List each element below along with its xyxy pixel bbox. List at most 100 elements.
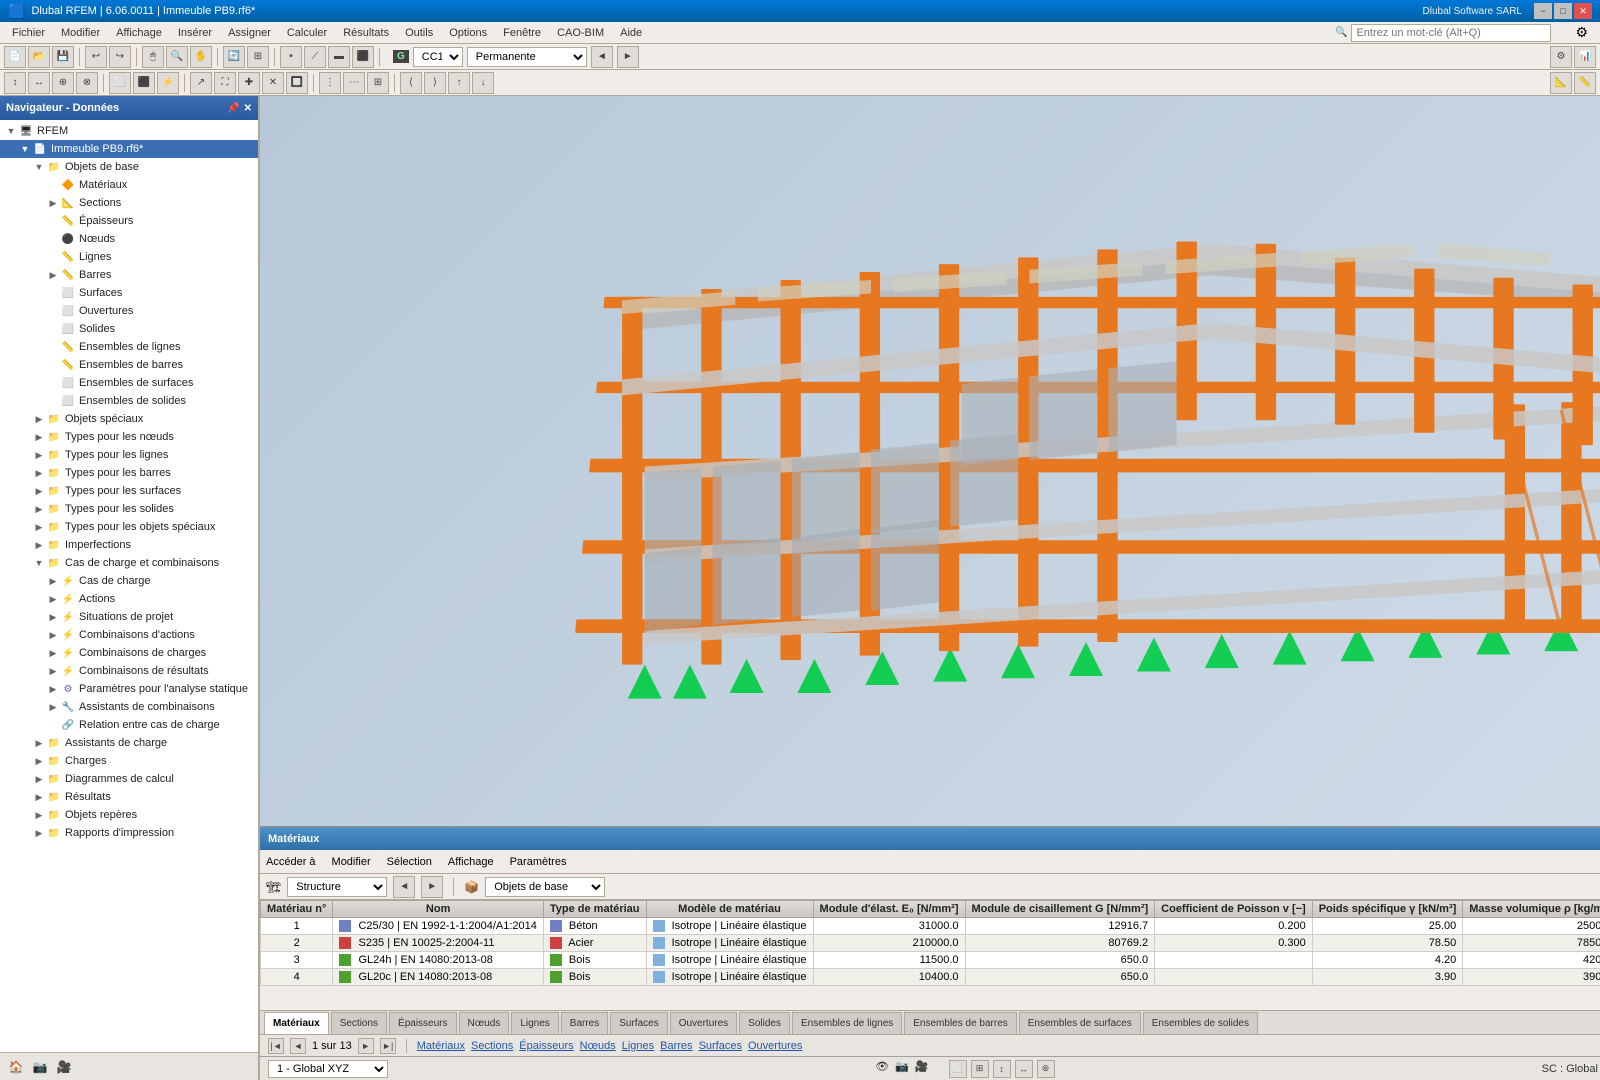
page-prev[interactable]: ◄ xyxy=(290,1038,306,1054)
undo-btn[interactable]: ↩ xyxy=(85,46,107,68)
tab-ens-lignes[interactable]: Ensembles de lignes xyxy=(792,1012,902,1034)
tab-barres[interactable]: Barres xyxy=(561,1012,608,1034)
tree-assistants-comb[interactable]: ▶ 🔧 Assistants de combinaisons xyxy=(0,698,258,716)
close-btn[interactable]: ✕ xyxy=(1574,3,1592,19)
tb2-btn17[interactable]: ⟩ xyxy=(424,72,446,94)
bp-acceder-a[interactable]: Accéder à xyxy=(266,856,316,868)
tree-comb-resultats[interactable]: ▶ ⚡ Combinaisons de résultats xyxy=(0,662,258,680)
sb-btn5[interactable]: ⊛ xyxy=(1037,1060,1055,1078)
tab-noeuds[interactable]: Nœuds xyxy=(459,1012,510,1034)
tab-ens-barres[interactable]: Ensembles de barres xyxy=(904,1012,1017,1034)
table-row[interactable]: 3 GL24h | EN 14080:2013-08 Bois Isotrope… xyxy=(261,952,1600,969)
menu-affichage[interactable]: Affichage xyxy=(108,25,170,41)
tree-situations[interactable]: ▶ ⚡ Situations de projet xyxy=(0,608,258,626)
tree-ens-solides[interactable]: ▶ ⬜ Ensembles de solides xyxy=(0,392,258,410)
tree-root-rfem[interactable]: ▼ 🖥 RFEM xyxy=(0,122,258,140)
tree-imperfections[interactable]: ▶ 📁 Imperfections xyxy=(0,536,258,554)
select-btn[interactable]: 🖱 xyxy=(142,46,164,68)
tab-bar-btn[interactable]: Barres xyxy=(660,1040,692,1052)
tree-types-obj-sp[interactable]: ▶ 📁 Types pour les objets spéciaux xyxy=(0,518,258,536)
menu-assigner[interactable]: Assigner xyxy=(220,25,279,41)
status-icon-3[interactable]: 🎥 xyxy=(915,1060,929,1078)
extra-btn2[interactable]: 📊 xyxy=(1574,46,1596,68)
tab-epaisseurs[interactable]: Épaisseurs xyxy=(389,1012,456,1034)
save-btn[interactable]: 💾 xyxy=(52,46,74,68)
tree-assistants-charge[interactable]: ▶ 📁 Assistants de charge xyxy=(0,734,258,752)
tb2-btn9[interactable]: ⛶ xyxy=(214,72,236,94)
tree-cas-charge-combinaisons[interactable]: ▼ 📁 Cas de charge et combinaisons xyxy=(0,554,258,572)
tree-barres[interactable]: ▶ 📏 Barres xyxy=(0,266,258,284)
tab-ens-surfaces[interactable]: Ensembles de surfaces xyxy=(1019,1012,1141,1034)
tree-cas-charge[interactable]: ▶ ⚡ Cas de charge xyxy=(0,572,258,590)
page-first[interactable]: |◄ xyxy=(268,1038,284,1054)
tab-ouvertures[interactable]: Ouvertures xyxy=(670,1012,737,1034)
coord-system-select[interactable]: 1 - Global XYZ xyxy=(268,1060,388,1078)
fit-btn[interactable]: ⊞ xyxy=(247,46,269,68)
bp-parametres[interactable]: Paramètres xyxy=(510,856,567,868)
tb2-btn1[interactable]: ↕ xyxy=(4,72,26,94)
tree-comb-charges[interactable]: ▶ ⚡ Combinaisons de charges xyxy=(0,644,258,662)
bp-modifier[interactable]: Modifier xyxy=(332,856,371,868)
tab-surfaces[interactable]: Surfaces xyxy=(610,1012,667,1034)
tree-materiaux[interactable]: ▶ 🔶 Matériaux xyxy=(0,176,258,194)
line-btn[interactable]: ⟋ xyxy=(304,46,326,68)
search-input[interactable] xyxy=(1351,24,1551,42)
tb2-btn2[interactable]: ↔ xyxy=(28,72,50,94)
tree-rapports[interactable]: ▶ 📁 Rapports d'impression xyxy=(0,824,258,842)
tree-ouvertures[interactable]: ▶ ⬜ Ouvertures xyxy=(0,302,258,320)
tab-ouv-btn[interactable]: Ouvertures xyxy=(748,1040,802,1052)
tb2-btn4[interactable]: ⊗ xyxy=(76,72,98,94)
bp-selection[interactable]: Sélection xyxy=(387,856,432,868)
open-btn[interactable]: 📂 xyxy=(28,46,50,68)
bp-affichage[interactable]: Affichage xyxy=(448,856,494,868)
tree-comb-actions[interactable]: ▶ ⚡ Combinaisons d'actions xyxy=(0,626,258,644)
menu-calculer[interactable]: Calculer xyxy=(279,25,335,41)
bar-btn[interactable]: ▬ xyxy=(328,46,350,68)
load-case-select[interactable]: CC1 xyxy=(413,47,463,67)
tree-obj-speciaux[interactable]: ▶ 📁 Objets spéciaux xyxy=(0,410,258,428)
tree-types-lignes[interactable]: ▶ 📁 Types pour les lignes xyxy=(0,446,258,464)
tb2-btn5[interactable]: ⬜ xyxy=(109,72,131,94)
tb2-btn3[interactable]: ⊕ xyxy=(52,72,74,94)
bp-structure-select[interactable]: Structure xyxy=(287,877,387,897)
tb2-btn18[interactable]: ↑ xyxy=(448,72,470,94)
tree-lignes[interactable]: ▶ 📏 Lignes xyxy=(0,248,258,266)
node-btn[interactable]: • xyxy=(280,46,302,68)
page-next[interactable]: ► xyxy=(358,1038,374,1054)
nb-camera-icon[interactable]: 📷 xyxy=(30,1057,50,1077)
nav-pin-icon[interactable]: 📌 xyxy=(227,103,239,114)
extra-btn1[interactable]: ⚙ xyxy=(1550,46,1572,68)
tree-charges[interactable]: ▶ 📁 Charges xyxy=(0,752,258,770)
viewport-inner[interactable]: +Y Z X xyxy=(260,96,1600,826)
sb-btn2[interactable]: ⊞ xyxy=(971,1060,989,1078)
menu-outils[interactable]: Outils xyxy=(397,25,441,41)
tools-icon[interactable]: ⚙ xyxy=(1567,24,1596,41)
surface-btn[interactable]: ⬛ xyxy=(352,46,374,68)
redo-btn[interactable]: ↪ xyxy=(109,46,131,68)
status-icon-1[interactable]: 👁 xyxy=(875,1060,889,1078)
nb-home-icon[interactable]: 🏠 xyxy=(6,1057,26,1077)
tb2-btn8[interactable]: ↗ xyxy=(190,72,212,94)
tb2-btn19[interactable]: ↓ xyxy=(472,72,494,94)
menu-modifier[interactable]: Modifier xyxy=(53,25,108,41)
tree-noeuds[interactable]: ▶ ⚫ Nœuds xyxy=(0,230,258,248)
tree-params-analyse[interactable]: ▶ ⚙ Paramètres pour l'analyse statique xyxy=(0,680,258,698)
menu-fenetre[interactable]: Fenêtre xyxy=(495,25,549,41)
tab-sur-btn[interactable]: Surfaces xyxy=(699,1040,742,1052)
tree-types-solides[interactable]: ▶ 📁 Types pour les solides xyxy=(0,500,258,518)
tree-relation-cas[interactable]: ▶ 🔗 Relation entre cas de charge xyxy=(0,716,258,734)
lc-nav-prev[interactable]: ◄ xyxy=(591,46,613,68)
maximize-btn[interactable]: □ xyxy=(1554,3,1572,19)
menu-options[interactable]: Options xyxy=(441,25,495,41)
tb2-btn16[interactable]: ⟨ xyxy=(400,72,422,94)
tree-solides[interactable]: ▶ ⬜ Solides xyxy=(0,320,258,338)
pan-btn[interactable]: ✋ xyxy=(190,46,212,68)
menu-fichier[interactable]: Fichier xyxy=(4,25,53,41)
tab-no-btn[interactable]: Nœuds xyxy=(580,1040,616,1052)
tree-objets-base[interactable]: ▼ 📁 Objets de base xyxy=(0,158,258,176)
tree-types-barres[interactable]: ▶ 📁 Types pour les barres xyxy=(0,464,258,482)
load-type-select[interactable]: Permanente xyxy=(467,47,587,67)
tb2-extra2[interactable]: 📏 xyxy=(1574,72,1596,94)
tb2-btn13[interactable]: ⋮ xyxy=(319,72,341,94)
tree-sections[interactable]: ▶ 📐 Sections xyxy=(0,194,258,212)
